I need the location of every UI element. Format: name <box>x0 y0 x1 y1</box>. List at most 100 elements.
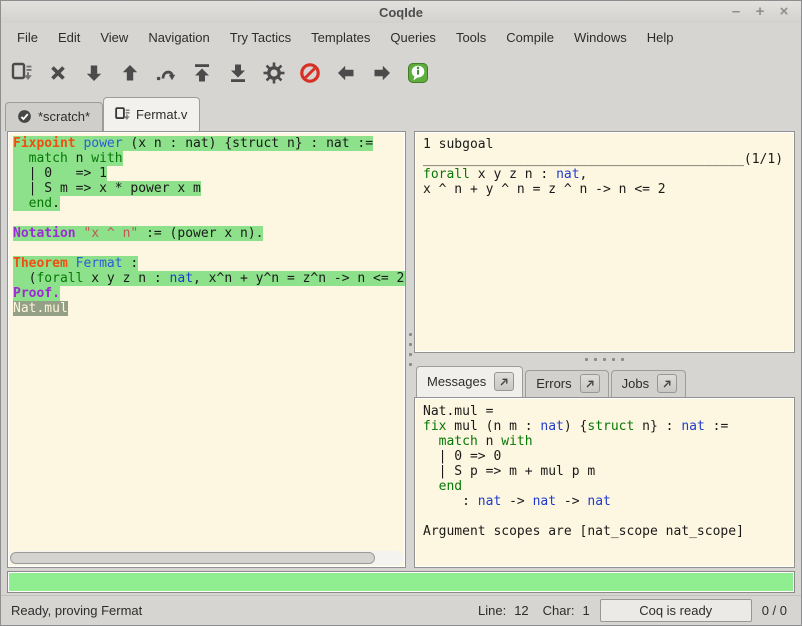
tab-label: Errors <box>536 376 571 391</box>
menu-item-compile[interactable]: Compile <box>496 26 564 49</box>
detach-arrow-icon <box>584 378 596 390</box>
toolbar-fully-check-button[interactable] <box>259 57 289 89</box>
title-bar: CoqIde – + × <box>1 1 801 23</box>
detach-jobs-button[interactable] <box>657 374 677 393</box>
maximize-button[interactable]: + <box>753 2 767 22</box>
code-line: | 0 => 1 <box>13 166 403 181</box>
code-line: match n with <box>13 151 403 166</box>
code-line: : nat -> nat -> nat <box>423 494 786 509</box>
line-value: 12 <box>514 603 528 618</box>
code-line: forall x y z n : nat, <box>423 167 786 182</box>
status-bar: Ready, proving Fermat Line: 12 Char: 1 C… <box>1 595 801 625</box>
code-line: ________________________________________… <box>423 152 786 167</box>
tab-label: Fermat.v <box>136 107 187 122</box>
close-button[interactable]: × <box>777 2 791 22</box>
tab-messages[interactable]: Messages <box>416 366 523 397</box>
arrow-down-icon <box>82 61 106 85</box>
coqide-window: CoqIde – + × FileEditViewNavigationTry T… <box>0 0 802 626</box>
code-line: Argument scopes are [nat_scope nat_scope… <box>423 524 786 539</box>
code-line <box>13 211 403 226</box>
menu-item-help[interactable]: Help <box>637 26 684 49</box>
menu-item-edit[interactable]: Edit <box>48 26 90 49</box>
tab-fermat-v[interactable]: Fermat.v <box>103 97 200 131</box>
toolbar <box>1 51 801 95</box>
arrow-up-icon <box>118 61 142 85</box>
toolbar-about-button[interactable] <box>403 57 433 89</box>
code-line: end. <box>13 196 403 211</box>
arrow-top-icon <box>190 61 214 85</box>
status-message: Ready, proving Fermat <box>11 603 464 618</box>
goals-pane[interactable]: 1 subgoal_______________________________… <box>414 131 795 353</box>
worker-counter: 0 / 0 <box>762 603 787 618</box>
progress-area <box>1 568 801 595</box>
toolbar-close-doc-button[interactable] <box>43 57 73 89</box>
menu-item-file[interactable]: File <box>7 26 48 49</box>
arrow-right-icon <box>370 61 394 85</box>
tab-label: *scratch* <box>38 109 90 124</box>
horizontal-scrollbar[interactable] <box>10 551 403 565</box>
save-icon <box>10 61 34 85</box>
code-line: fix mul (n m : nat) {struct n} : nat := <box>423 419 786 434</box>
tab-scratch[interactable]: *scratch* <box>5 102 103 131</box>
toolbar-go-to-cursor-button[interactable] <box>151 57 181 89</box>
menu-item-try-tactics[interactable]: Try Tactics <box>220 26 301 49</box>
window-controls: – + × <box>729 2 801 22</box>
toolbar-go-to-end-button[interactable] <box>223 57 253 89</box>
line-label: Line: <box>478 603 506 618</box>
window-title: CoqIde <box>1 5 801 20</box>
toolbar-interrupt-button[interactable] <box>295 57 325 89</box>
code-editor[interactable]: Fixpoint power (x n : nat) {struct n} : … <box>8 132 405 549</box>
menu-item-view[interactable]: View <box>90 26 138 49</box>
code-line <box>13 241 403 256</box>
scrollbar-thumb[interactable] <box>10 552 375 564</box>
document-tab-bar: *scratch* Fermat.v <box>1 95 801 131</box>
code-line: Proof. <box>13 286 403 301</box>
tab-errors[interactable]: Errors <box>525 370 608 397</box>
code-line: Fixpoint power (x n : nat) {struct n} : … <box>13 136 403 151</box>
code-line: | S m => x * power x m <box>13 181 403 196</box>
detach-messages-button[interactable] <box>494 372 514 391</box>
char-label: Char: <box>543 603 575 618</box>
message-tab-bar: Messages Errors Jobs <box>414 365 795 397</box>
menu-item-queries[interactable]: Queries <box>380 26 446 49</box>
menu-item-tools[interactable]: Tools <box>446 26 496 49</box>
detach-errors-button[interactable] <box>580 374 600 393</box>
messages-pane[interactable]: Nat.mul =fix mul (n m : nat) {struct n} … <box>414 397 795 568</box>
check-circle-icon <box>16 108 33 125</box>
info-icon <box>406 61 430 85</box>
vertical-splitter[interactable] <box>406 131 414 568</box>
close-x-icon <box>46 61 70 85</box>
menu-item-navigation[interactable]: Navigation <box>138 26 219 49</box>
toolbar-previous-button[interactable] <box>331 57 361 89</box>
main-area: Fixpoint power (x n : nat) {struct n} : … <box>1 131 801 568</box>
code-line: end <box>423 479 786 494</box>
code-line: | 0 => 0 <box>423 449 786 464</box>
no-entry-icon <box>298 61 322 85</box>
tab-label: Messages <box>427 374 486 389</box>
char-value: 1 <box>582 603 589 618</box>
code-line: x ^ n + y ^ n = z ^ n -> n <= 2 <box>423 182 786 197</box>
code-line: 1 subgoal <box>423 137 786 152</box>
toolbar-save-button[interactable] <box>7 57 37 89</box>
script-pane: Fixpoint power (x n : nat) {struct n} : … <box>7 131 406 568</box>
horizontal-splitter[interactable] <box>414 353 795 365</box>
curve-arrow-icon <box>154 61 178 85</box>
progress-bar <box>7 571 795 593</box>
menu-bar: FileEditViewNavigationTry TacticsTemplat… <box>1 23 801 51</box>
arrow-bottom-icon <box>226 61 250 85</box>
tab-jobs[interactable]: Jobs <box>611 370 686 397</box>
minimize-button[interactable]: – <box>729 2 743 22</box>
arrow-left-icon <box>334 61 358 85</box>
coq-state-indicator: Coq is ready <box>600 599 752 622</box>
gear-icon <box>262 61 286 85</box>
code-line <box>423 509 786 524</box>
code-line: match n with <box>423 434 786 449</box>
toolbar-backward-one-button[interactable] <box>115 57 145 89</box>
menu-item-windows[interactable]: Windows <box>564 26 637 49</box>
tab-label: Jobs <box>622 376 649 391</box>
menu-item-templates[interactable]: Templates <box>301 26 380 49</box>
code-line: | S p => m + mul p m <box>423 464 786 479</box>
toolbar-next-button[interactable] <box>367 57 397 89</box>
toolbar-restart-button[interactable] <box>187 57 217 89</box>
toolbar-forward-one-button[interactable] <box>79 57 109 89</box>
